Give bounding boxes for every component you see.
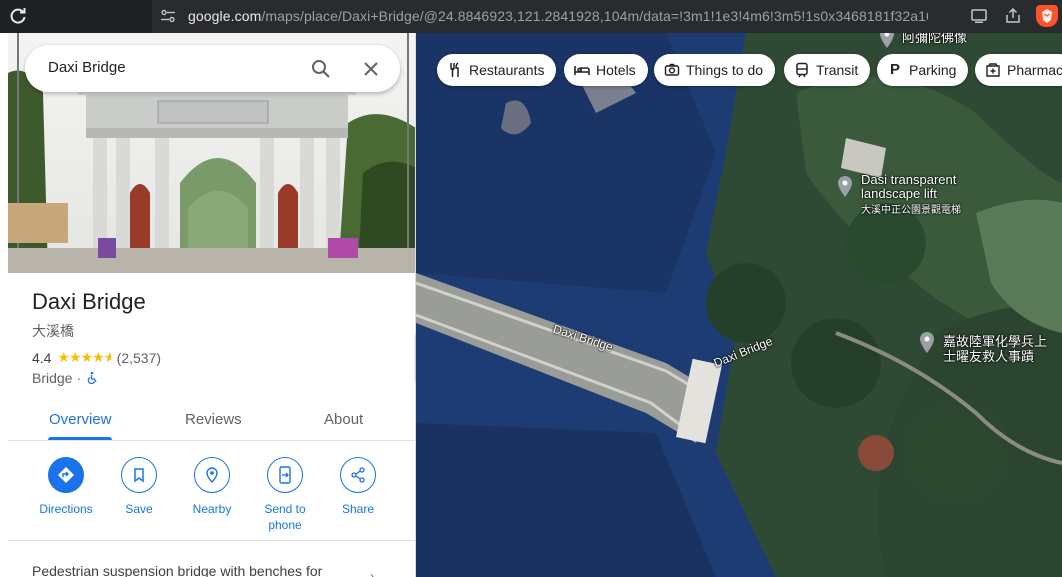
map-canvas[interactable]: Restaurants Hotels Things to do Transit … (416, 33, 1062, 577)
rating-stars: ★★★★★ (57, 349, 110, 365)
bed-icon (574, 66, 590, 75)
separator-dot: · (76, 370, 82, 386)
share-button[interactable]: Share (322, 457, 394, 517)
place-description: Pedestrian suspension bridge with benche… (32, 563, 323, 577)
map-label-lift-line1[interactable]: Dasi transparent (861, 172, 956, 187)
address-bar[interactable]: google.com/maps/place/Daxi+Bridge/@24.88… (152, 0, 1062, 33)
chevron-right-icon[interactable]: › (370, 569, 374, 577)
search-box[interactable]: Daxi Bridge (25, 45, 400, 92)
search-input[interactable]: Daxi Bridge (48, 59, 126, 76)
send-to-phone-icon (279, 466, 291, 484)
train-icon (796, 62, 808, 78)
rating-row: 4.4 ★★★★★ (2,537) (32, 349, 161, 366)
chip-pharmacy[interactable]: Pharmac (975, 54, 1062, 86)
chip-label: Parking (909, 62, 957, 78)
nearby-label: Nearby (192, 502, 232, 516)
nearby-icon (206, 467, 218, 483)
chip-things-to-do[interactable]: Things to do (654, 54, 776, 86)
share-icon (351, 467, 365, 483)
place-native-name: 大溪橋 (32, 323, 74, 339)
action-buttons: Directions Save Nearby Send to phone Sha… (8, 453, 415, 541)
share-page-icon[interactable] (1004, 7, 1022, 25)
satellite-imagery (416, 33, 1062, 577)
url-path: /maps/place/Daxi+Bridge/@24.8846923,121.… (261, 8, 928, 24)
brave-shield-icon[interactable] (1036, 5, 1058, 27)
map-label-lift-line2[interactable]: landscape lift (861, 186, 937, 201)
nearby-button[interactable]: Nearby (176, 457, 248, 517)
cast-icon[interactable] (970, 7, 988, 25)
chip-label: Transit (816, 62, 859, 78)
place-title: Daxi Bridge (32, 289, 146, 314)
tab-overview[interactable]: Overview (49, 411, 112, 428)
place-panel: Daxi Bridge Daxi Bridge 大溪橋 4.4 ★★★★★ (2… (8, 33, 416, 577)
tab-about[interactable]: About (324, 411, 363, 428)
map-label-lift-native[interactable]: 大溪中正公園景觀電梯 (861, 201, 961, 216)
send-to-phone-label: Send to phone (264, 502, 306, 532)
url-text: google.com/maps/place/Daxi+Bridge/@24.88… (188, 8, 928, 24)
chip-label: Hotels (596, 62, 636, 78)
chip-label: Things to do (686, 62, 764, 78)
save-label: Save (125, 502, 153, 516)
send-to-phone-button[interactable]: Send to phone (249, 457, 321, 533)
parking-icon: P (889, 61, 900, 78)
chip-restaurants[interactable]: Restaurants (437, 54, 557, 86)
site-settings-icon[interactable] (160, 8, 176, 24)
directions-button[interactable]: Directions (30, 457, 102, 517)
chip-transit[interactable]: Transit (784, 54, 871, 86)
pharmacy-icon (986, 63, 1000, 77)
search-icon[interactable] (309, 57, 333, 81)
directions-icon (58, 467, 74, 483)
reload-icon[interactable] (8, 6, 28, 26)
close-icon[interactable] (359, 57, 383, 81)
chip-hotels[interactable]: Hotels (564, 54, 648, 86)
url-host: google.com (188, 8, 262, 24)
tab-reviews[interactable]: Reviews (185, 411, 242, 428)
share-label: Share (341, 502, 375, 516)
rating-value: 4.4 (32, 349, 52, 366)
save-button[interactable]: Save (103, 457, 175, 517)
chip-label: Pharmac (1007, 62, 1062, 78)
place-category[interactable]: Bridge (32, 370, 72, 386)
review-count[interactable]: (2,537) (117, 350, 161, 366)
category-row: Bridge · (32, 370, 99, 386)
fork-knife-icon (450, 62, 459, 77)
camera-icon (664, 63, 680, 76)
place-tabs: Overview Reviews About (8, 403, 415, 441)
chip-label: Restaurants (469, 62, 545, 78)
map-label-top[interactable]: 阿彌陀佛像 (902, 33, 967, 46)
wheelchair-icon[interactable] (85, 371, 99, 385)
map-pin-icon[interactable] (879, 33, 895, 49)
browser-toolbar: google.com/maps/place/Daxi+Bridge/@24.88… (0, 0, 1062, 33)
bookmark-icon (134, 468, 144, 483)
map-pin-icon[interactable] (919, 332, 935, 354)
map-pin-icon[interactable] (837, 176, 853, 198)
active-tab-indicator (48, 437, 112, 440)
directions-label: Directions (39, 502, 93, 516)
chip-parking[interactable]: P Parking (877, 54, 969, 86)
map-label-memorial-line2[interactable]: 士曜友救人事蹟 (943, 346, 1034, 365)
